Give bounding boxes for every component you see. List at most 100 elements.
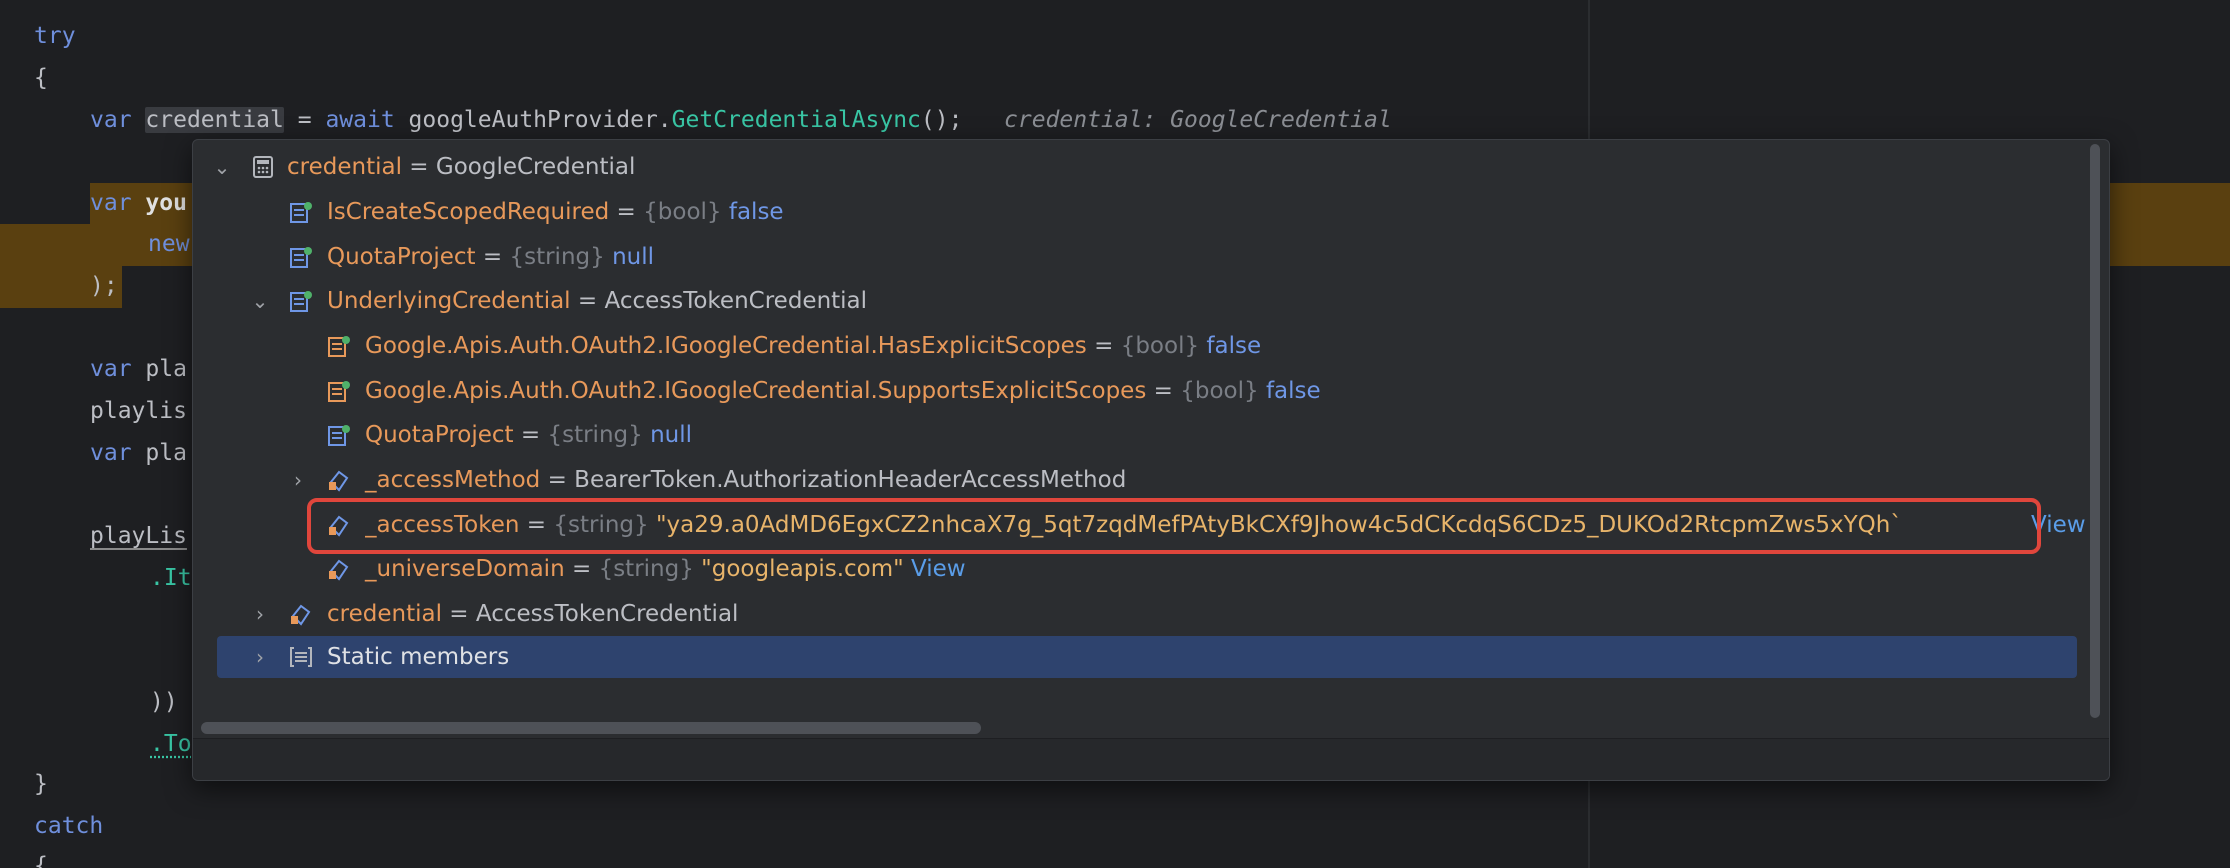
property-name: QuotaProject [365,422,514,448]
property-value: false [1206,333,1262,359]
provider-identifier[interactable]: googleAuthProvider [409,107,658,133]
keyword: catch [34,813,104,839]
assign: = [283,107,326,133]
identifier: playlis [90,398,187,424]
equals-sign: = [547,467,567,493]
code-line[interactable]: var pla [90,433,187,473]
code-line-brace[interactable]: { [34,58,48,98]
property-value: false [1265,378,1321,404]
keyword: var [90,107,132,133]
keyword: try [34,23,76,49]
code-line-highlighted[interactable]: ); [90,266,118,306]
variable-value: GoogleCredential [435,154,636,180]
code-line[interactable]: var pla [90,349,187,389]
call-end: (); [920,107,963,133]
code-line[interactable]: )) [150,682,178,722]
tree-row-root-credential[interactable]: ⌄ credential = GoogleCredential [193,146,2073,188]
code-line-try[interactable]: try [34,16,76,56]
credential-identifier[interactable]: credential [145,107,284,133]
code-line[interactable]: playlis [90,391,187,431]
type-annotation: {bool} [1180,378,1259,404]
method-identifier[interactable]: GetCredentialAsync [672,107,921,133]
equals-sign: = [1153,378,1173,404]
field-value: "googleapis.com" [701,556,904,582]
member-access: .It [150,565,192,591]
property-value: AccessTokenCredential [604,288,868,314]
debug-data-tip-popup[interactable]: ⌄ credential = GoogleCredential IsCreate… [192,139,2110,781]
chevron-right-icon[interactable]: › [249,593,271,635]
vertical-scrollbar[interactable] [2090,144,2100,718]
field-value: AccessTokenCredential [475,601,739,627]
code-line-brace[interactable]: } [34,764,48,804]
calculator-object-icon [253,156,273,178]
property-name: Google.Apis.Auth.OAuth2.IGoogleCredentia… [365,378,1147,404]
property-value: null [612,244,655,270]
static-members-label: Static members [327,644,510,670]
tree-row-field[interactable]: › _accessMethod = BearerToken.Authorizat… [193,459,2073,501]
code-line[interactable]: .To [150,724,192,764]
keyword: var [90,190,132,216]
chevron-right-icon[interactable]: › [249,636,271,678]
tree-row-static-members[interactable]: › Static members [193,636,2073,678]
property-icon [290,291,312,312]
keyword: var [90,440,132,466]
tree-row-property[interactable]: IsCreateScopedRequired = {bool} false [193,191,2073,233]
brace: { [34,853,48,868]
close-paren: )) [150,689,178,715]
property-name: QuotaProject [327,244,476,270]
identifier: you [145,190,187,216]
code-line-brace[interactable]: { [34,846,48,868]
type-annotation: {string} [547,422,643,448]
field-icon [329,470,349,492]
type-annotation: {string} [509,244,605,270]
chevron-down-icon[interactable]: ⌄ [211,146,233,188]
keyword: await [325,107,395,133]
field-icon [329,559,349,581]
tree-row-property[interactable]: QuotaProject = {string} null [193,236,2073,278]
chevron-right-icon[interactable]: › [287,459,309,501]
view-link[interactable]: View [911,556,966,582]
equals-sign: = [449,601,469,627]
tree-row-property[interactable]: Google.Apis.Auth.OAuth2.IGoogleCredentia… [193,370,2073,412]
interface-property-icon [328,336,350,357]
equals-sign: = [520,422,541,448]
access-token-highlight-box [307,498,2041,554]
type-annotation: {bool} [643,199,722,225]
identifier: pla [145,356,187,382]
property-name: IsCreateScopedRequired [327,199,610,225]
tree-row-property[interactable]: Google.Apis.Auth.OAuth2.IGoogleCredentia… [193,325,2073,367]
brace: } [34,771,48,797]
property-value: false [728,199,784,225]
keyword: var [90,356,132,382]
equals-sign: = [571,556,592,582]
field-name: credential [327,601,442,627]
code-line-highlighted[interactable]: var you [90,183,187,223]
static-members-icon [290,647,312,667]
property-name: Google.Apis.Auth.OAuth2.IGoogleCredentia… [365,333,1087,359]
property-icon [290,202,312,223]
horizontal-scrollbar[interactable] [201,722,981,734]
popup-footer [193,738,2109,780]
code-line-credential[interactable]: var credential = await googleAuthProvide… [90,100,1392,140]
chevron-down-icon[interactable]: ⌄ [249,280,271,322]
code-line-highlighted[interactable]: new [148,224,190,264]
close-paren: ); [90,273,118,299]
tree-row-field[interactable]: › credential = AccessTokenCredential [193,593,2073,635]
type-annotation: {string} [598,556,694,582]
property-name: UnderlyingCredential [327,288,571,314]
tree-row-property[interactable]: QuotaProject = {string} null [193,414,2073,456]
brace: { [34,65,48,91]
variable-name: credential [287,154,402,180]
tree-row-field[interactable]: _universeDomain = {string} "googleapis.c… [193,548,2073,590]
tree-row-property-expanded[interactable]: ⌄ UnderlyingCredential = AccessTokenCred… [193,280,2073,322]
field-name: _universeDomain [365,556,565,582]
code-line-catch[interactable]: catch [34,806,103,846]
identifier: playLis [90,523,187,549]
equals-sign: = [1094,333,1114,359]
property-icon [328,425,350,446]
code-line[interactable]: .It [150,558,192,598]
code-line[interactable]: playLis [90,516,187,556]
equals-sign: = [616,199,636,225]
identifier: pla [145,440,187,466]
keyword: new [148,231,190,257]
